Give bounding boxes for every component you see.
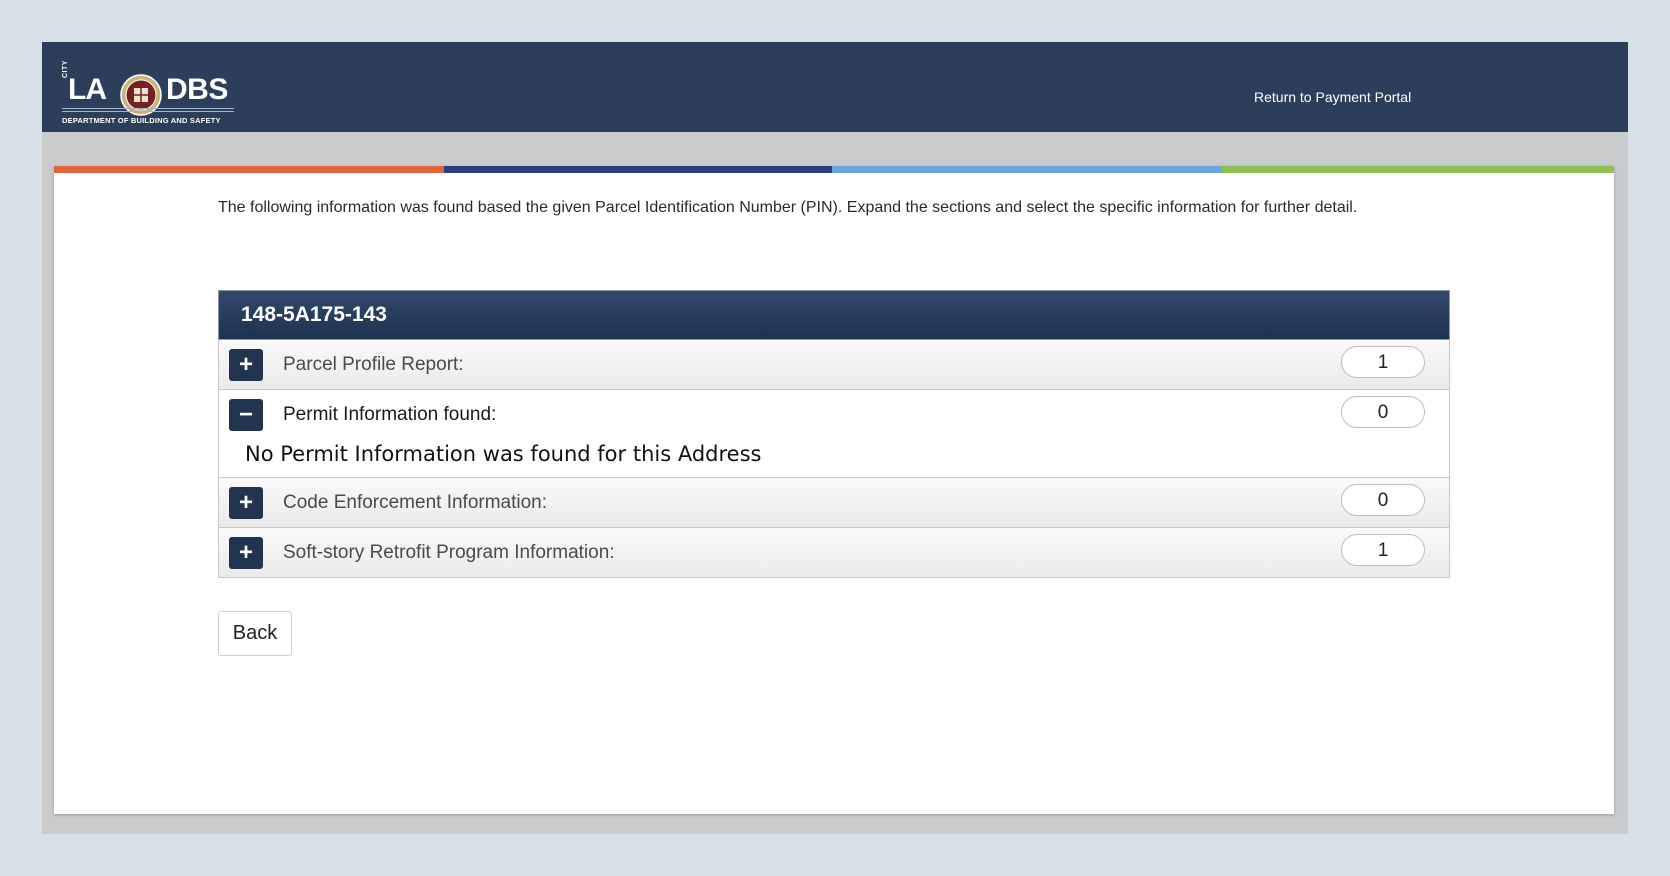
back-button[interactable]: Back (218, 611, 292, 656)
section-label[interactable]: Code Enforcement Information: (283, 492, 547, 514)
no-permit-message: No Permit Information was found for this… (245, 442, 762, 466)
color-stripe-bar (54, 166, 1614, 173)
panel-header: 148-5A175-143 (218, 290, 1450, 340)
logo-dbs-text: DBS (166, 73, 228, 106)
logo-stripes (62, 106, 234, 112)
expand-icon[interactable]: + (229, 537, 263, 569)
return-to-payment-portal-link[interactable]: Return to Payment Portal (1254, 89, 1411, 105)
section-parcel-profile: + Parcel Profile Report: 1 (218, 340, 1450, 390)
count-badge: 1 (1341, 534, 1425, 566)
section-label[interactable]: Soft-story Retrofit Program Information: (283, 542, 615, 564)
site-header: CITY LA DBS DEPARTMENT OF BUILDING AND S… (42, 42, 1628, 132)
browser-frame: CITY LA DBS DEPARTMENT OF BUILDING AND S… (42, 42, 1628, 834)
stripe-green (1222, 166, 1614, 173)
count-badge: 0 (1341, 484, 1425, 516)
pin-results-panel: 148-5A175-143 + Parcel Profile Report: 1… (218, 290, 1450, 578)
ladbs-logo[interactable]: CITY LA DBS DEPARTMENT OF BUILDING AND S… (62, 60, 237, 128)
expand-icon[interactable]: + (229, 487, 263, 519)
collapse-icon[interactable]: − (229, 399, 263, 431)
section-label[interactable]: Permit Information found: (283, 404, 496, 426)
count-badge: 1 (1341, 346, 1425, 378)
stripe-light-blue (832, 166, 1222, 173)
section-label[interactable]: Parcel Profile Report: (283, 354, 464, 376)
content-card: The following information was found base… (54, 166, 1614, 814)
section-code-enforcement: + Code Enforcement Information: 0 (218, 478, 1450, 528)
expand-icon[interactable]: + (229, 349, 263, 381)
count-badge: 0 (1341, 396, 1425, 428)
logo-la-text: LA (68, 73, 107, 106)
stripe-navy (444, 166, 832, 173)
logo-department-text: DEPARTMENT OF BUILDING AND SAFETY (62, 116, 221, 125)
section-soft-story-retrofit: + Soft-story Retrofit Program Informatio… (218, 528, 1450, 578)
section-permit-information: − Permit Information found: 0 No Permit … (218, 390, 1450, 478)
pin-number: 148-5A175-143 (241, 303, 387, 326)
intro-text: The following information was found base… (218, 199, 1358, 216)
stripe-orange (54, 166, 444, 173)
